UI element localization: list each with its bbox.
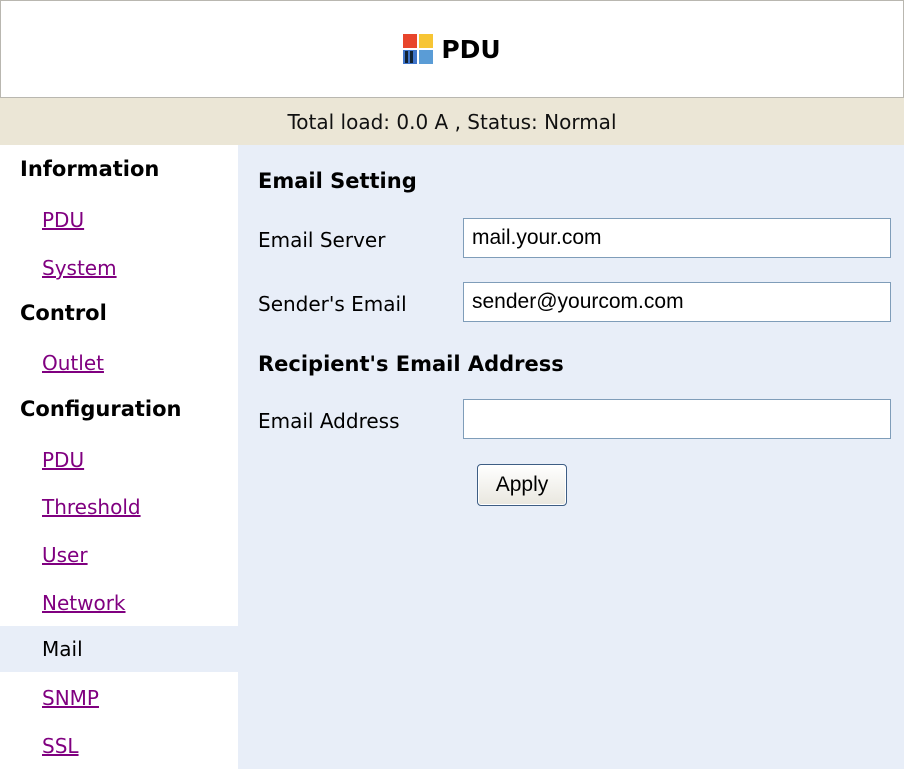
- sender-email-label: Sender's Email: [258, 292, 407, 316]
- email-server-input[interactable]: [463, 218, 891, 258]
- nav-link-config-pdu[interactable]: PDU: [42, 448, 84, 472]
- nav-item-mail-active[interactable]: Mail: [0, 626, 238, 672]
- nav-section-control: Control: [20, 301, 107, 325]
- apply-button[interactable]: Apply: [477, 464, 567, 506]
- status-bar: Total load: 0.0 A , Status: Normal: [0, 98, 904, 145]
- status-text: Total load: 0.0 A , Status: Normal: [287, 109, 617, 134]
- pdu-logo-icon: [403, 34, 434, 64]
- header-inner: PDU: [403, 34, 501, 64]
- main-content: Email Setting Email Server Sender's Emai…: [238, 145, 904, 769]
- email-setting-heading: Email Setting: [258, 169, 417, 193]
- nav-link-threshold[interactable]: Threshold: [42, 495, 141, 519]
- email-address-input[interactable]: [463, 399, 891, 439]
- nav-section-configuration: Configuration: [20, 397, 182, 421]
- page-title: PDU: [441, 34, 501, 64]
- email-address-label: Email Address: [258, 409, 400, 433]
- email-server-label: Email Server: [258, 228, 386, 252]
- recipient-heading: Recipient's Email Address: [258, 352, 564, 376]
- nav-link-info-pdu[interactable]: PDU: [42, 208, 84, 232]
- nav-link-system[interactable]: System: [42, 256, 117, 280]
- nav-link-ssl[interactable]: SSL: [42, 734, 79, 758]
- nav-link-snmp[interactable]: SNMP: [42, 686, 99, 710]
- nav-link-network[interactable]: Network: [42, 591, 126, 615]
- sender-email-input[interactable]: [463, 282, 891, 322]
- nav-section-information: Information: [20, 157, 160, 181]
- nav-link-user[interactable]: User: [42, 543, 88, 567]
- nav-item-mail-label: Mail: [42, 637, 83, 661]
- sidebar: Information PDU System Control Outlet Co…: [0, 145, 238, 769]
- nav-link-outlet[interactable]: Outlet: [42, 351, 104, 375]
- header: PDU: [0, 0, 904, 98]
